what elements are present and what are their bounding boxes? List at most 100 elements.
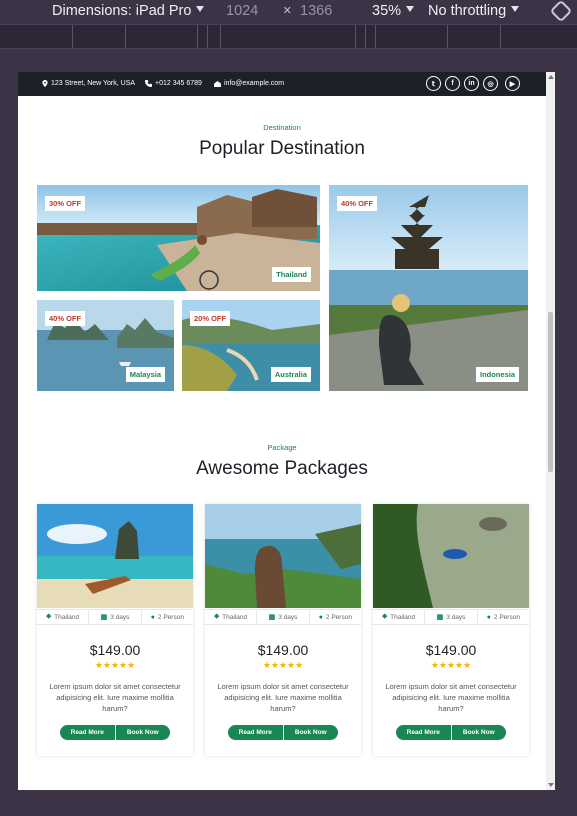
indonesia-photo — [329, 185, 528, 391]
scroll-down-icon[interactable] — [548, 783, 554, 787]
height-input[interactable]: 1366 — [300, 3, 332, 19]
address-text: 123 Street, New York, USA — [51, 80, 136, 87]
page-viewport: 123 Street, New York, USA +012 345 6789 … — [18, 72, 555, 790]
person-text: 2 Person — [493, 613, 520, 621]
package-image — [37, 504, 193, 608]
package-meta: ⬥ Thailand ▦ 3 days ● 2 Person — [205, 609, 361, 625]
package-card: ⬥ Thailand ▦ 3 days ● 2 Person $149.00 ★★★★… — [373, 504, 529, 756]
discount-badge: 40% OFF — [45, 311, 86, 326]
rating-stars-icon: ★★★★★ — [430, 660, 472, 670]
location-text: Thailand — [390, 613, 416, 621]
map-marker-icon: ⬥ — [382, 613, 388, 620]
duration-text: 3 days — [278, 613, 298, 621]
place-label: Australia — [270, 367, 311, 382]
chevron-down-icon — [511, 6, 520, 12]
user-icon: ● — [486, 613, 491, 621]
destination-australia[interactable]: 20% OFF Australia — [182, 300, 320, 391]
package-description: Lorem ipsum dolor sit amet consectetur a… — [217, 682, 349, 713]
package-actions: Read More Book Now — [60, 725, 170, 740]
duration-info: ▦ 3 days — [425, 610, 478, 624]
facebook-icon[interactable]: f — [445, 76, 460, 91]
place-label: Indonesia — [475, 367, 519, 382]
thailand-beach-photo — [37, 504, 193, 608]
phone-icon — [145, 80, 152, 87]
map-marker-icon: ⬥ — [214, 613, 220, 620]
destination-malaysia[interactable]: 40% OFF Malaysia — [37, 300, 174, 391]
destination-thailand[interactable]: 30% OFF Thailand — [37, 185, 320, 291]
device-toolbar: Dimensions: iPad Pro 1024 × 1366 35% No … — [0, 0, 577, 24]
package-price: $149.00 — [89, 642, 141, 658]
rotate-icon[interactable] — [549, 0, 573, 23]
book-now-button[interactable]: Book Now — [283, 725, 338, 740]
contact-topbar: 123 Street, New York, USA +012 345 6789 … — [18, 72, 546, 96]
person-text: 2 Person — [157, 613, 184, 621]
package-image — [373, 504, 529, 608]
calendar-icon: ▦ — [436, 614, 444, 621]
twitter-icon[interactable]: 𝕥 — [426, 76, 441, 91]
map-marker-icon: ⬥ — [46, 613, 52, 620]
package-meta: ⬥ Thailand ▦ 3 days ● 2 Person — [37, 609, 193, 625]
package-actions: Read More Book Now — [228, 725, 338, 740]
throttling-select[interactable]: No throttling — [428, 3, 520, 19]
rating-stars-icon: ★★★★★ — [262, 660, 304, 670]
zoom-select[interactable]: 35% — [372, 3, 415, 19]
destination-subtitle: Destination — [263, 123, 301, 132]
phone-item: +012 345 6789 — [145, 80, 202, 87]
scrollbar-thumb[interactable] — [548, 312, 553, 472]
package-description: Lorem ipsum dolor sit amet consectetur a… — [49, 682, 181, 713]
package-card: ⬥ Thailand ▦ 3 days ● 2 Person $149.00 ★★★★… — [205, 504, 361, 756]
chevron-down-icon — [196, 6, 205, 12]
discount-badge: 20% OFF — [190, 311, 231, 326]
read-more-button[interactable]: Read More — [396, 725, 452, 740]
device-select[interactable]: Dimensions: iPad Pro — [52, 3, 205, 19]
rating-stars-icon: ★★★★★ — [94, 660, 136, 670]
river-rafting-photo — [373, 504, 529, 608]
package-description: Lorem ipsum dolor sit amet consectetur a… — [385, 682, 517, 713]
instagram-icon[interactable]: ◎ — [483, 76, 498, 91]
chevron-down-icon — [406, 6, 415, 12]
times-label: × — [283, 3, 292, 19]
email-item: info@example.com — [214, 80, 284, 87]
width-input[interactable]: 1024 — [226, 3, 258, 19]
destination-indonesia[interactable]: 40% OFF Indonesia — [329, 185, 528, 391]
discount-badge: 30% OFF — [45, 196, 86, 211]
youtube-icon[interactable]: ▶ — [505, 76, 520, 91]
media-query-ruler — [0, 24, 577, 49]
package-subtitle: Package — [267, 443, 297, 452]
package-image — [205, 504, 361, 608]
discount-badge: 40% OFF — [337, 196, 378, 211]
person-info: ● 2 Person — [142, 610, 193, 624]
package-actions: Read More Book Now — [396, 725, 506, 740]
duration-text: 3 days — [446, 613, 466, 621]
location-text: Thailand — [222, 613, 248, 621]
read-more-button[interactable]: Read More — [228, 725, 284, 740]
book-now-button[interactable]: Book Now — [451, 725, 506, 740]
person-info: ● 2 Person — [478, 610, 529, 624]
phone-text: +012 345 6789 — [155, 80, 202, 87]
coast-photo — [205, 504, 361, 608]
linkedin-icon[interactable]: in — [464, 76, 479, 91]
email-text: info@example.com — [224, 80, 285, 87]
location-info: ⬥ Thailand — [205, 610, 258, 624]
book-now-button[interactable]: Book Now — [115, 725, 170, 740]
user-icon: ● — [150, 613, 155, 621]
duration-info: ▦ 3 days — [257, 610, 310, 624]
place-label: Malaysia — [125, 367, 165, 382]
package-meta: ⬥ Thailand ▦ 3 days ● 2 Person — [373, 609, 529, 625]
map-marker-icon — [42, 80, 48, 87]
place-label: Thailand — [272, 267, 311, 282]
package-price: $149.00 — [257, 642, 309, 658]
throttling-label: No throttling — [428, 3, 507, 19]
device-select-label: Dimensions: iPad Pro — [52, 3, 192, 19]
destination-title: Popular Destination — [199, 138, 365, 159]
read-more-button[interactable]: Read More — [60, 725, 116, 740]
duration-text: 3 days — [110, 613, 130, 621]
page-scrollbar[interactable] — [546, 72, 555, 790]
scroll-up-icon[interactable] — [548, 75, 554, 79]
envelope-icon — [214, 80, 221, 87]
package-price: $149.00 — [425, 642, 477, 658]
location-text: Thailand — [54, 613, 80, 621]
package-card: ⬥ Thailand ▦ 3 days ● 2 Person $149.00 ★★★★… — [37, 504, 193, 756]
user-icon: ● — [318, 613, 323, 621]
calendar-icon: ▦ — [100, 614, 108, 621]
